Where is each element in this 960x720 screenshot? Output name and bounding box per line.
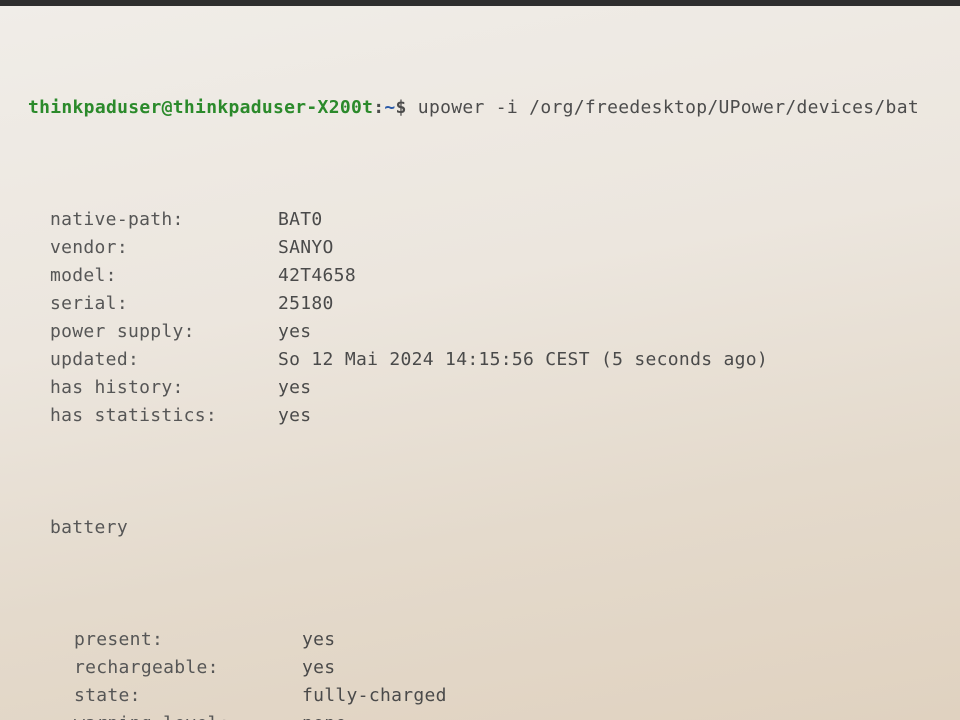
battery-value: yes bbox=[302, 626, 960, 654]
output-value: yes bbox=[278, 402, 960, 430]
prompt-command: upower -i /org/freedesktop/UPower/device… bbox=[407, 97, 919, 118]
output-row: has history:yes bbox=[0, 374, 960, 402]
battery-value: yes bbox=[302, 654, 960, 682]
battery-row: present:yes bbox=[0, 626, 960, 654]
output-value: 25180 bbox=[278, 290, 960, 318]
battery-row: warning-level:none bbox=[0, 710, 960, 720]
output-key: has statistics: bbox=[0, 402, 278, 430]
output-value: 42T4658 bbox=[278, 262, 960, 290]
output-row: native-path:BAT0 bbox=[0, 206, 960, 234]
output-row: has statistics:yes bbox=[0, 402, 960, 430]
output-key: serial: bbox=[0, 290, 278, 318]
output-value: So 12 Mai 2024 14:15:56 CEST (5 seconds … bbox=[278, 346, 960, 374]
battery-section-header: battery bbox=[0, 514, 960, 542]
output-row: serial:25180 bbox=[0, 290, 960, 318]
output-value: yes bbox=[278, 374, 960, 402]
terminal-output[interactable]: thinkpaduser@thinkpaduser-X200t:~$ upowe… bbox=[0, 6, 960, 720]
battery-key: rechargeable: bbox=[0, 654, 302, 682]
output-key: power supply: bbox=[0, 318, 278, 346]
output-row: vendor:SANYO bbox=[0, 234, 960, 262]
battery-key: state: bbox=[0, 682, 302, 710]
output-key: has history: bbox=[0, 374, 278, 402]
battery-value: fully-charged bbox=[302, 682, 960, 710]
prompt-user-host: thinkpaduser@thinkpaduser-X200t bbox=[28, 97, 373, 118]
output-value: yes bbox=[278, 318, 960, 346]
battery-row: rechargeable:yes bbox=[0, 654, 960, 682]
prompt-dollar: $ bbox=[396, 97, 407, 118]
output-key: vendor: bbox=[0, 234, 278, 262]
shell-prompt-line: thinkpaduser@thinkpaduser-X200t:~$ upowe… bbox=[0, 94, 960, 122]
output-value: SANYO bbox=[278, 234, 960, 262]
output-key: native-path: bbox=[0, 206, 278, 234]
output-row: model:42T4658 bbox=[0, 262, 960, 290]
battery-value: none bbox=[302, 710, 960, 720]
prompt-colon: : bbox=[373, 97, 384, 118]
output-key: model: bbox=[0, 262, 278, 290]
battery-key: present: bbox=[0, 626, 302, 654]
output-value: BAT0 bbox=[278, 206, 960, 234]
output-key: updated: bbox=[0, 346, 278, 374]
battery-row: state:fully-charged bbox=[0, 682, 960, 710]
output-row: power supply:yes bbox=[0, 318, 960, 346]
battery-key: warning-level: bbox=[0, 710, 302, 720]
prompt-path: ~ bbox=[384, 97, 395, 118]
output-row: updated:So 12 Mai 2024 14:15:56 CEST (5 … bbox=[0, 346, 960, 374]
